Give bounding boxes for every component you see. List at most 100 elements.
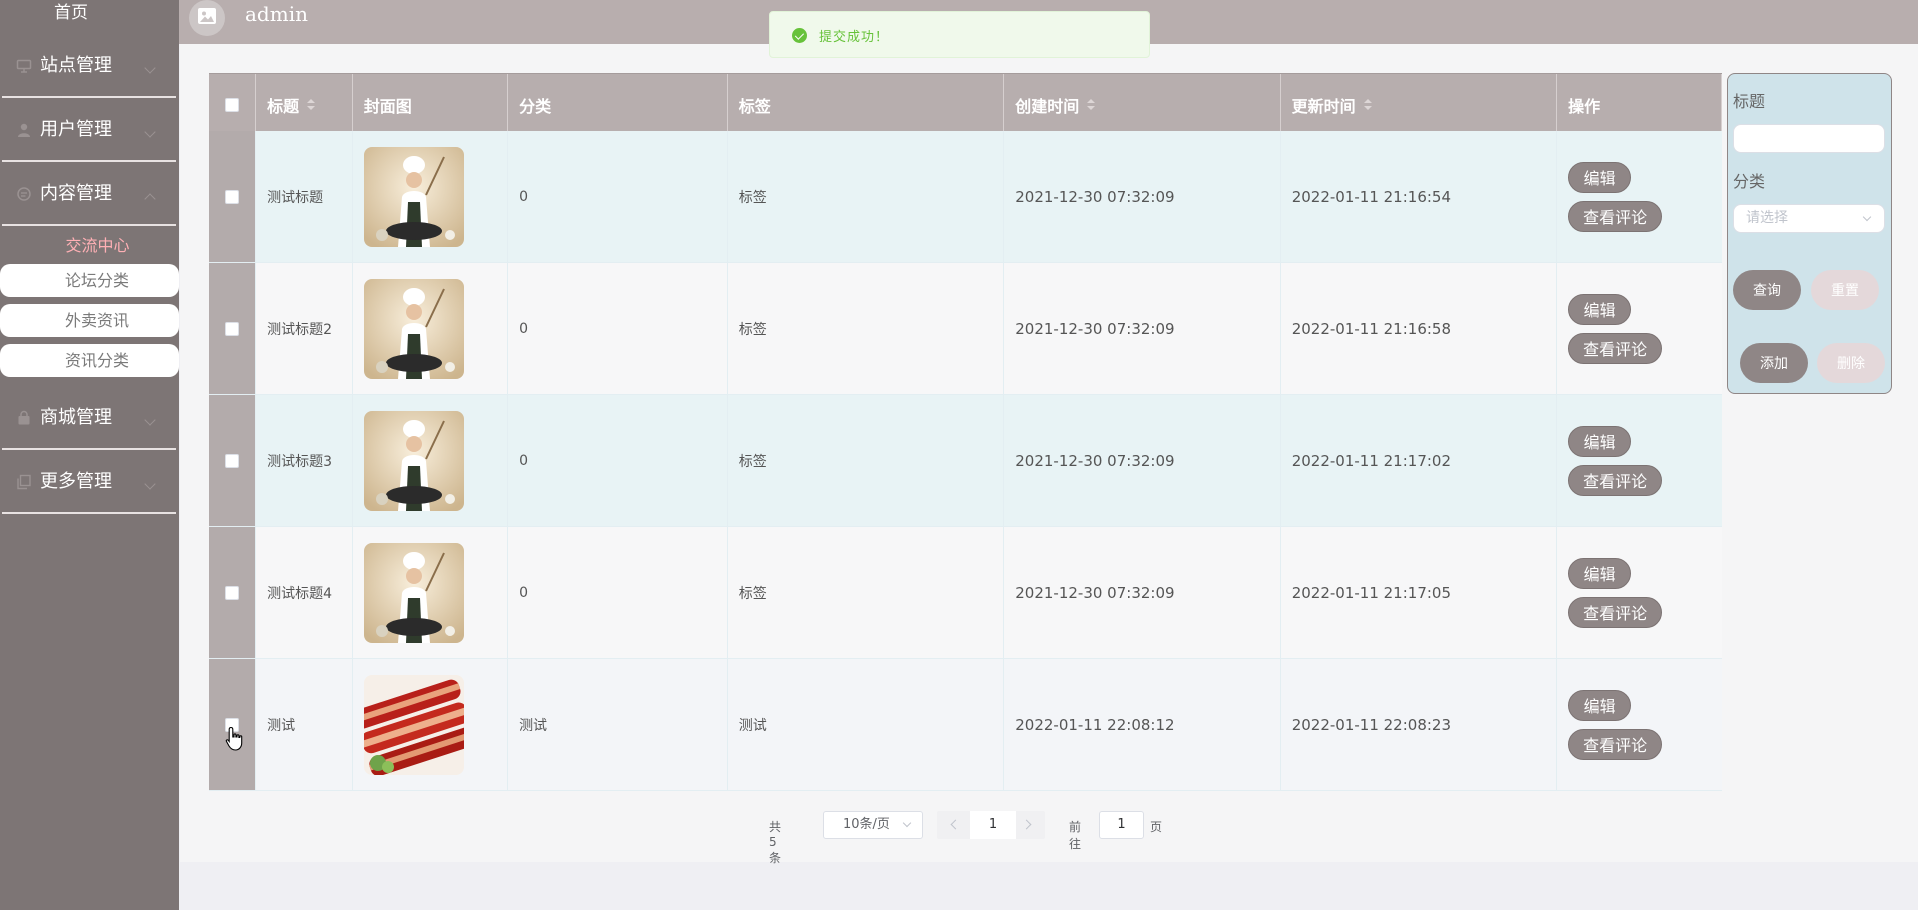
submenu-item-forum-category[interactable]: 论坛分类 (0, 264, 179, 297)
query-button[interactable]: 查询 (1733, 270, 1801, 310)
cell-category: 0 (508, 263, 728, 394)
chat-icon (17, 187, 31, 201)
reset-button[interactable]: 重置 (1811, 270, 1879, 310)
success-check-icon (792, 28, 807, 43)
page-number-current[interactable]: 1 (970, 811, 1016, 839)
hand-cursor-icon (225, 726, 243, 751)
next-page-button[interactable] (1021, 819, 1032, 830)
category-filter-label: 分类 (1733, 172, 1766, 191)
row-checkbox[interactable] (225, 585, 240, 600)
cover-image[interactable] (363, 146, 464, 247)
chevron-down-icon (902, 818, 912, 828)
cell-updated: 2022-01-11 21:16:54 (1281, 131, 1558, 262)
row-select-cell (209, 131, 257, 262)
table-row[interactable]: 测试标题 0 标签 2021-12-30 07:32:09 2022-01-11 21:… (209, 131, 1722, 263)
goto-page-input[interactable]: 1 (1099, 811, 1144, 839)
sidebar-home[interactable]: 首页 (0, 0, 142, 28)
add-button[interactable]: 添加 (1740, 343, 1808, 383)
sidebar: 首页 站点管理 用户管理 内容管理 交流中心 论坛分类 外卖资讯 资讯分类 商城… (0, 0, 179, 910)
chevron-down-icon (144, 126, 156, 138)
row-select-cell (209, 395, 257, 526)
cell-title: 测试标题 (256, 131, 353, 262)
table-row[interactable]: 测试标题2 0 标签 2021-12-30 07:32:09 2022-01-11 21… (209, 263, 1722, 395)
table-row[interactable]: 测试标题4 0 标签 2021-12-30 07:32:09 2022-01-11 21… (209, 527, 1722, 659)
sidebar-group-mall[interactable]: 商城管理 (2, 386, 176, 450)
cell-actions: 编辑 查看评论 (1557, 659, 1722, 790)
sort-icon[interactable] (307, 98, 316, 111)
view-comments-button[interactable]: 查看评论 (1568, 596, 1663, 628)
submenu-item-news-category[interactable]: 资讯分类 (0, 344, 179, 377)
copy-icon (17, 474, 31, 490)
chevron-down-icon (1862, 212, 1872, 222)
view-comments-button[interactable]: 查看评论 (1568, 464, 1663, 496)
sidebar-group-label: 商城管理 (40, 407, 112, 428)
edit-button[interactable]: 编辑 (1568, 161, 1632, 193)
header-title[interactable]: 标题 (256, 74, 353, 131)
sidebar-group-more[interactable]: 更多管理 (2, 450, 176, 514)
cell-category: 测试 (508, 659, 728, 790)
bag-icon (18, 410, 30, 425)
delete-button[interactable]: 删除 (1817, 343, 1885, 383)
search-panel: 标题 分类 请选择 查询 重置 添加 删除 (1727, 73, 1892, 394)
cell-created: 2021-12-30 07:32:09 (1004, 263, 1281, 394)
edit-button[interactable]: 编辑 (1568, 557, 1632, 589)
cell-category: 0 (508, 131, 728, 262)
cell-cover (353, 659, 509, 790)
sort-icon[interactable] (1363, 98, 1372, 111)
sidebar-group-label: 内容管理 (40, 183, 112, 204)
sidebar-group-label: 用户管理 (40, 119, 112, 140)
cover-image[interactable] (363, 542, 464, 643)
title-filter-input[interactable] (1733, 124, 1885, 153)
cell-created: 2021-12-30 07:32:09 (1004, 395, 1281, 526)
pager-buttons: 1 (937, 811, 1045, 839)
avatar[interactable] (189, 0, 225, 36)
table-row[interactable]: 测试标题3 0 标签 2021-12-30 07:32:09 2022-01-11 21… (209, 395, 1722, 527)
cover-image[interactable] (363, 674, 464, 775)
cover-image[interactable] (363, 410, 464, 511)
username: admin (245, 2, 308, 26)
sidebar-group-site[interactable]: 站点管理 (2, 34, 176, 98)
cell-cover (353, 263, 509, 394)
cell-created: 2022-01-11 22:08:12 (1004, 659, 1281, 790)
row-checkbox[interactable] (225, 189, 240, 204)
row-checkbox[interactable] (225, 321, 240, 336)
header-created[interactable]: 创建时间 (1004, 74, 1281, 131)
table-row[interactable]: 测试 测试 测试 2022-01-11 22:08:12 2022-01-11 22:0… (209, 659, 1722, 791)
page-size-select[interactable]: 10条/页 (823, 811, 923, 839)
page-suffix: 页 (1150, 820, 1163, 834)
edit-button[interactable]: 编辑 (1568, 293, 1632, 325)
cell-actions: 编辑 查看评论 (1557, 263, 1722, 394)
goto-label: 前往 (1069, 820, 1084, 851)
sidebar-group-content[interactable]: 内容管理 (2, 162, 176, 226)
chevron-up-icon (144, 193, 156, 205)
sidebar-group-users[interactable]: 用户管理 (2, 98, 176, 162)
cell-actions: 编辑 查看评论 (1557, 527, 1722, 658)
select-all-checkbox[interactable] (225, 97, 240, 112)
submenu-header[interactable]: 交流中心 (0, 232, 179, 256)
cell-actions: 编辑 查看评论 (1557, 131, 1722, 262)
cover-image[interactable] (363, 278, 464, 379)
category-filter-select[interactable]: 请选择 (1733, 204, 1885, 233)
image-icon (198, 8, 216, 24)
success-toast: 提交成功！ (769, 11, 1150, 58)
sort-icon[interactable] (1087, 98, 1096, 111)
header-cover: 封面图 (353, 74, 509, 131)
cell-cover (353, 395, 509, 526)
prev-page-button[interactable] (950, 819, 961, 830)
submenu-item-takeout-news[interactable]: 外卖资讯 (0, 304, 179, 337)
cell-title: 测试标题4 (256, 527, 353, 658)
view-comments-button[interactable]: 查看评论 (1568, 332, 1663, 364)
sidebar-group-label: 更多管理 (40, 471, 112, 492)
cell-created: 2021-12-30 07:32:09 (1004, 131, 1281, 262)
header-updated[interactable]: 更新时间 (1281, 74, 1558, 131)
cell-updated: 2022-01-11 22:08:23 (1281, 659, 1558, 790)
cell-tag: 标签 (728, 395, 1005, 526)
view-comments-button[interactable]: 查看评论 (1568, 728, 1663, 760)
toast-message: 提交成功！ (819, 30, 890, 45)
view-comments-button[interactable]: 查看评论 (1568, 200, 1663, 232)
edit-button[interactable]: 编辑 (1568, 689, 1632, 721)
edit-button[interactable]: 编辑 (1568, 425, 1632, 457)
row-checkbox[interactable] (225, 453, 240, 468)
title-filter-label: 标题 (1733, 92, 1766, 111)
header-tag: 标签 (728, 74, 1005, 131)
